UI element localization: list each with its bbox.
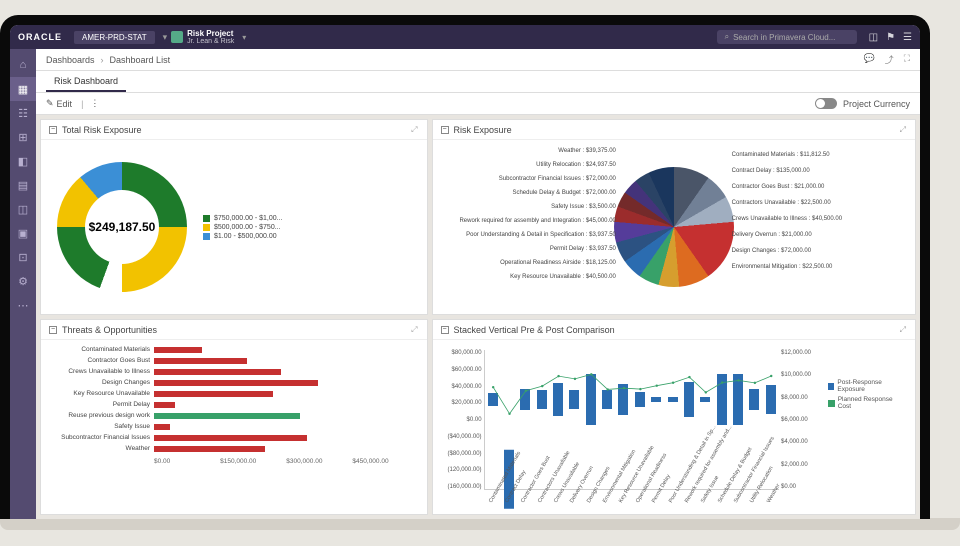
donut-legend: $750,000.00 - $1,00...$500,000.00 - $750… [203,213,283,242]
env-badge[interactable]: AMER-PRD-STAT [74,31,155,44]
pencil-icon: ✎ [46,98,54,109]
sidebar-item-6[interactable]: ▤ [10,173,36,197]
card-risk-exposure: −Risk Exposure⤢ Weather : $39,375.00Util… [432,119,916,315]
edit-button[interactable]: ✎ Edit | ⋮ [46,98,99,109]
toolbar-menu-icon[interactable]: ⋮ [90,98,99,109]
sidebar-item-4[interactable]: ⊞ [10,125,36,149]
card-threats: −Threats & Opportunities⤢ Contaminated M… [40,319,428,515]
tab-bar: Risk Dashboard [36,71,920,93]
sidebar-item-5[interactable]: ◧ [10,149,36,173]
sidebar-dashboards[interactable]: ▦ [10,77,36,101]
project-selector[interactable]: Risk Project Jr. Lean & Risk ▾ [171,29,246,45]
maximize-icon[interactable]: ⤢ [411,125,418,135]
breadcrumb: Dashboards › Dashboard List 💬 ⤴ ⛶ [36,49,920,71]
sidebar-settings[interactable]: ⚙ [10,269,36,293]
stacked-chart: Contaminated MaterialsContract DelayCont… [484,350,779,490]
card-title: Total Risk Exposure [62,125,142,135]
collapse-icon[interactable]: − [441,126,449,134]
donut-total: $249,187.50 [57,162,187,292]
app-header: ORACLE AMER-PRD-STAT ▾ Risk Project Jr. … [10,25,920,49]
collapse-icon[interactable]: − [49,326,57,334]
collapse-icon[interactable]: − [441,326,449,334]
sidebar: ⌂ ▦ ☷ ⊞ ◧ ▤ ◫ ▣ ⊡ ⚙ ⋯ [10,49,36,519]
sidebar-item-8[interactable]: ▣ [10,221,36,245]
card-total-risk: −Total Risk Exposure ⤢ $249,187.50 $750,0… [40,119,428,315]
brand-logo: ORACLE [18,32,62,42]
collapse-icon[interactable]: − [49,126,57,134]
maximize-icon[interactable]: ⤢ [411,325,418,335]
notifications-icon[interactable]: ◫ [869,32,878,43]
share-icon[interactable]: ⤴ [885,53,894,66]
donut-chart: $249,187.50 [57,162,187,292]
maximize-icon[interactable]: ⤢ [900,325,907,335]
maximize-icon[interactable]: ⤢ [900,125,907,135]
comment-icon[interactable]: 💬 [863,53,874,66]
fullscreen-icon[interactable]: ⛶ [904,53,910,66]
user-icon[interactable]: ☰ [903,32,912,43]
project-icon [171,31,183,43]
card-title: Stacked Vertical Pre & Post Comparison [454,325,615,335]
breadcrumb-root[interactable]: Dashboards [46,55,95,65]
sidebar-home[interactable]: ⌂ [10,53,36,77]
toolbar: ✎ Edit | ⋮ Project Currency [36,93,920,115]
search-icon: ⌕ [725,32,729,42]
alerts-icon[interactable]: ⚑ [886,32,895,43]
tab-risk-dashboard[interactable]: Risk Dashboard [46,72,126,92]
breadcrumb-current[interactable]: Dashboard List [110,55,171,65]
card-title: Threats & Opportunities [62,325,157,335]
card-title: Risk Exposure [454,125,512,135]
sidebar-item-3[interactable]: ☷ [10,101,36,125]
currency-toggle[interactable] [815,98,837,109]
card-stacked: −Stacked Vertical Pre & Post Comparison ⤢… [432,319,916,515]
sidebar-more[interactable]: ⋯ [10,293,36,317]
search-input[interactable]: ⌕ Search in Primavera Cloud... [717,30,857,44]
sidebar-item-7[interactable]: ◫ [10,197,36,221]
currency-label: Project Currency [843,99,910,109]
sidebar-item-9[interactable]: ⊡ [10,245,36,269]
